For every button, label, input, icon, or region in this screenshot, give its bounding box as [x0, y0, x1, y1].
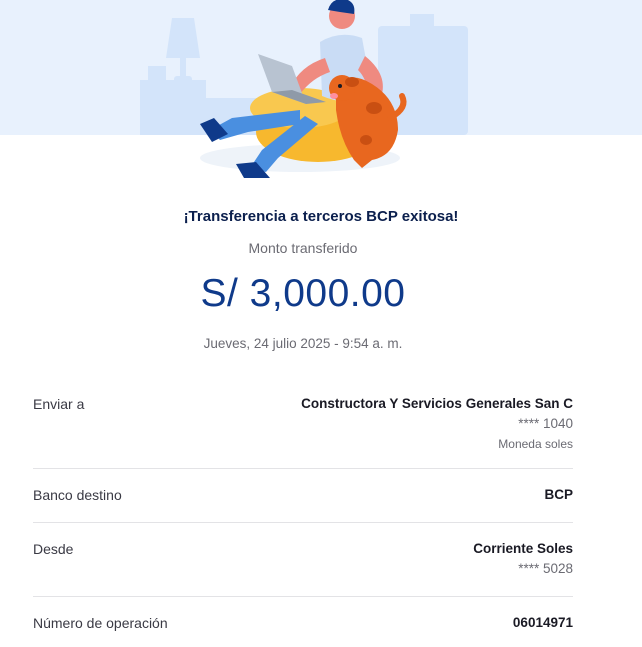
detail-row-bank: Banco destino BCP: [33, 469, 573, 523]
recipient-name: Constructora Y Servicios Generales San C: [301, 396, 573, 411]
detail-row-operation: Número de operación 06014971: [33, 597, 573, 647]
origin-account: **** 5028: [518, 561, 573, 576]
operation-label: Número de operación: [33, 615, 168, 631]
origin-account-type: Corriente Soles: [473, 541, 573, 556]
operation-values: 06014971: [513, 613, 573, 633]
transfer-amount: S/ 3,000.00: [200, 272, 406, 315]
transfer-details: Enviar a Constructora Y Servicios Genera…: [33, 380, 573, 647]
recipient-label: Enviar a: [33, 396, 85, 412]
bank-value: BCP: [544, 487, 573, 502]
transfer-date: Jueves, 24 julio 2025 - 9:54 a. m.: [203, 336, 403, 351]
recipient-account: **** 1040: [518, 416, 573, 431]
bank-values: BCP: [544, 485, 573, 505]
person-with-laptop-and-dog-illustration: [140, 0, 468, 178]
bank-label: Banco destino: [33, 487, 122, 503]
origin-label: Desde: [33, 541, 74, 557]
operation-number: 06014971: [512, 615, 573, 630]
detail-row-origin: Desde Corriente Soles **** 5028: [33, 523, 573, 597]
recipient-values: Constructora Y Servicios Generales San C…: [301, 394, 573, 454]
recipient-currency: Moneda soles: [498, 437, 573, 451]
origin-values: Corriente Soles **** 5028: [473, 539, 573, 579]
detail-row-recipient: Enviar a Constructora Y Servicios Genera…: [33, 380, 573, 469]
amount-label: Monto transferido: [248, 240, 358, 256]
success-title: ¡Transferencia a terceros BCP exitosa!: [183, 208, 459, 225]
